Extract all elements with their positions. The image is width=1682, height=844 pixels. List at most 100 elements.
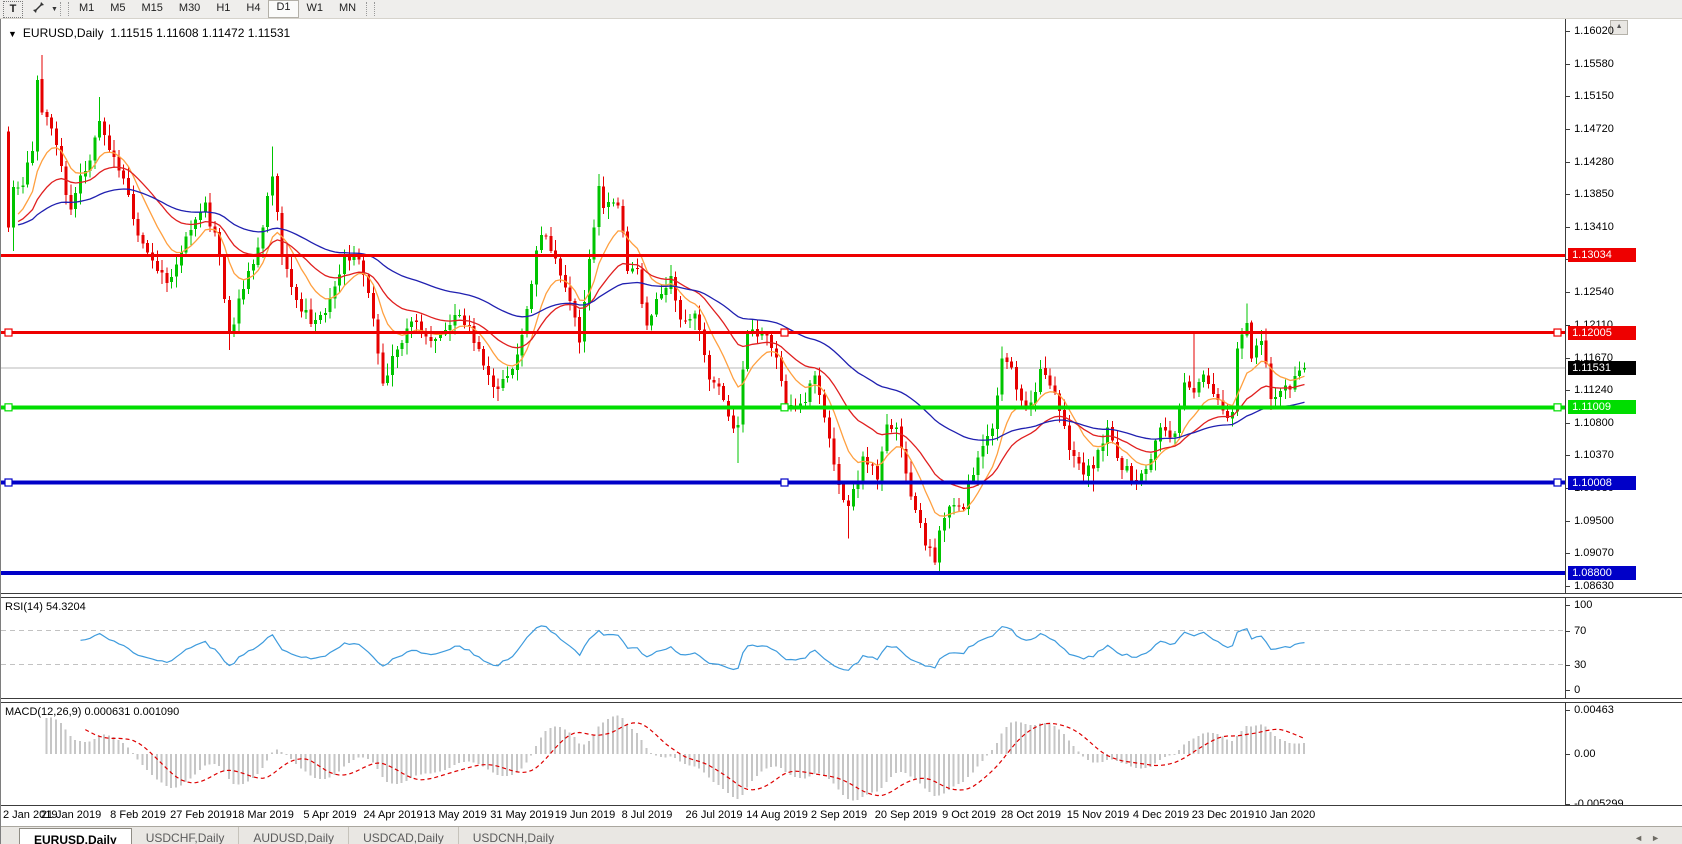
macd-axis[interactable]: 0.004630.00-0.005299 xyxy=(1566,703,1682,805)
date-axis-label: 4 Dec 2019 xyxy=(1133,809,1189,821)
rsi-indicator-chart[interactable] xyxy=(1,598,1566,698)
price-line-label: 1.13034 xyxy=(1568,248,1636,262)
date-axis-label: 14 Aug 2019 xyxy=(746,809,808,821)
rsi-plot[interactable]: RSI(14) 54.3204 xyxy=(1,598,1566,698)
date-axis-label: 8 Jul 2019 xyxy=(622,809,673,821)
date-axis[interactable]: 2 Jan 201921 Jan 20198 Feb 201927 Feb 20… xyxy=(1,805,1682,826)
axis-tick-label: 1.16020 xyxy=(1574,25,1614,38)
axis-tick xyxy=(1566,31,1570,32)
chart-title-symbol: EURUSD,Daily xyxy=(23,26,104,40)
rsi-axis[interactable]: 100 70 30 0 xyxy=(1566,598,1682,698)
macd-label: MACD(12,26,9) 0.000631 0.001090 xyxy=(5,706,179,718)
price-line-label: 1.12005 xyxy=(1568,326,1636,340)
axis-tick xyxy=(1566,162,1570,163)
axis-tick-label: 1.09500 xyxy=(1574,515,1614,528)
date-axis-label: 23 Dec 2019 xyxy=(1192,809,1254,821)
price-line-label: 1.11531 xyxy=(1568,361,1636,375)
tab-usdcad-daily[interactable]: USDCAD,Daily xyxy=(348,827,458,844)
chart-title-marker-icon: ▼ xyxy=(8,29,17,39)
date-axis-label: 10 Jan 2020 xyxy=(1255,809,1316,821)
axis-tick-label: 1.14720 xyxy=(1574,123,1614,136)
chart-window: ▼ EURUSD,Daily 1.11515 1.11608 1.11472 1.… xyxy=(0,19,1682,844)
toolbar-grip xyxy=(366,2,375,16)
main-chart-pane: ▼ EURUSD,Daily 1.11515 1.11608 1.11472 1.… xyxy=(1,19,1682,593)
timeframe-button-h1[interactable]: H1 xyxy=(208,1,238,17)
timeframe-button-mn[interactable]: MN xyxy=(331,1,364,17)
price-axis[interactable]: ▲ 1.160201.155801.151501.147201.142801.1… xyxy=(1566,19,1682,593)
date-axis-label: 2 Sep 2019 xyxy=(811,809,867,821)
toolbar-grip xyxy=(60,2,69,16)
main-chart-plot[interactable]: ▼ EURUSD,Daily 1.11515 1.11608 1.11472 1.… xyxy=(1,19,1566,593)
date-axis-label: 24 Apr 2019 xyxy=(363,809,422,821)
date-axis-label: 5 Apr 2019 xyxy=(303,809,356,821)
price-line-label: 1.10008 xyxy=(1568,476,1636,490)
axis-tick xyxy=(1566,586,1570,587)
axis-tick xyxy=(1566,455,1570,456)
tab-usdchf-daily[interactable]: USDCHF,Daily xyxy=(132,827,239,844)
top-toolbar: T ▼ M1M5M15M30H1H4D1W1MN xyxy=(0,0,1682,19)
axis-tick xyxy=(1566,754,1570,755)
chart-title: ▼ EURUSD,Daily 1.11515 1.11608 1.11472 1.… xyxy=(8,26,290,40)
diagonal-arrows-icon xyxy=(32,1,45,17)
timeframe-button-d1[interactable]: D1 xyxy=(268,0,298,18)
rsi-label: RSI(14) 54.3204 xyxy=(5,601,86,613)
axis-tick-label: 30 xyxy=(1574,659,1586,672)
axis-tick-label: 1.13850 xyxy=(1574,188,1614,201)
axis-tick-label: 1.12540 xyxy=(1574,286,1614,299)
axis-tick xyxy=(1566,129,1570,130)
macd-indicator-chart[interactable] xyxy=(1,703,1566,805)
axis-tick-label: 70 xyxy=(1574,625,1586,638)
axis-tick xyxy=(1566,553,1570,554)
candlestick-chart[interactable] xyxy=(1,19,1566,593)
price-line-label: 1.08800 xyxy=(1568,566,1636,580)
tab-scroll-left-icon[interactable]: ◄ xyxy=(1634,833,1651,843)
axis-tick-label: 100 xyxy=(1574,599,1592,612)
timeframe-button-w1[interactable]: W1 xyxy=(299,1,332,17)
axis-tick xyxy=(1566,96,1570,97)
arrows-tool-button[interactable] xyxy=(27,2,49,17)
date-axis-label: 28 Oct 2019 xyxy=(1001,809,1061,821)
rsi-pane: RSI(14) 54.3204 100 70 30 0 xyxy=(1,598,1682,698)
axis-tick xyxy=(1566,64,1570,65)
timeframe-button-group: M1M5M15M30H1H4D1W1MN xyxy=(71,0,364,18)
axis-tick-label: 1.08630 xyxy=(1574,580,1614,593)
tab-eurusd-daily[interactable]: EURUSD,Daily xyxy=(19,828,132,844)
axis-tick-label: 1.10800 xyxy=(1574,417,1614,430)
axis-tick-label: 1.13410 xyxy=(1574,221,1614,234)
date-axis-label: 8 Feb 2019 xyxy=(110,809,166,821)
chart-title-ohlc: 1.11515 1.11608 1.11472 1.11531 xyxy=(110,26,290,40)
axis-tick xyxy=(1566,665,1570,666)
axis-tick-label: 1.10370 xyxy=(1574,449,1614,462)
axis-tick-label: 1.15580 xyxy=(1574,58,1614,71)
timeframe-button-h4[interactable]: H4 xyxy=(238,1,268,17)
date-axis-label: 27 Feb 2019 xyxy=(170,809,232,821)
timeframe-button-m1[interactable]: M1 xyxy=(71,1,102,17)
tab-scroll-arrows[interactable]: ◄► xyxy=(1634,833,1668,843)
text-tool-button[interactable]: T xyxy=(3,1,23,18)
axis-tick-label: 0 xyxy=(1574,684,1580,697)
axis-tick xyxy=(1566,605,1570,606)
date-axis-label: 9 Oct 2019 xyxy=(942,809,996,821)
arrows-tool-caret-icon[interactable]: ▼ xyxy=(51,6,58,13)
tab-scroll-right-icon[interactable]: ► xyxy=(1651,833,1668,843)
price-line-label: 1.11009 xyxy=(1568,400,1636,414)
timeframe-button-m30[interactable]: M30 xyxy=(171,1,208,17)
axis-tick xyxy=(1566,690,1570,691)
axis-tick xyxy=(1566,423,1570,424)
axis-tick-label: 0.00 xyxy=(1574,748,1595,761)
date-axis-label: 26 Jul 2019 xyxy=(686,809,743,821)
timeframe-button-m15[interactable]: M15 xyxy=(134,1,171,17)
date-axis-label: 21 Jan 2019 xyxy=(41,809,102,821)
axis-tick xyxy=(1566,631,1570,632)
tab-usdcnh-daily[interactable]: USDCNH,Daily xyxy=(458,827,568,844)
date-axis-label: 15 Nov 2019 xyxy=(1067,809,1129,821)
axis-tick xyxy=(1566,710,1570,711)
axis-tick xyxy=(1566,390,1570,391)
axis-tick xyxy=(1566,194,1570,195)
date-axis-label: 18 Mar 2019 xyxy=(232,809,294,821)
timeframe-button-m5[interactable]: M5 xyxy=(102,1,133,17)
date-axis-label: 13 May 2019 xyxy=(423,809,487,821)
axis-tick xyxy=(1566,292,1570,293)
macd-plot[interactable]: MACD(12,26,9) 0.000631 0.001090 xyxy=(1,703,1566,805)
tab-audusd-daily[interactable]: AUDUSD,Daily xyxy=(238,827,348,844)
